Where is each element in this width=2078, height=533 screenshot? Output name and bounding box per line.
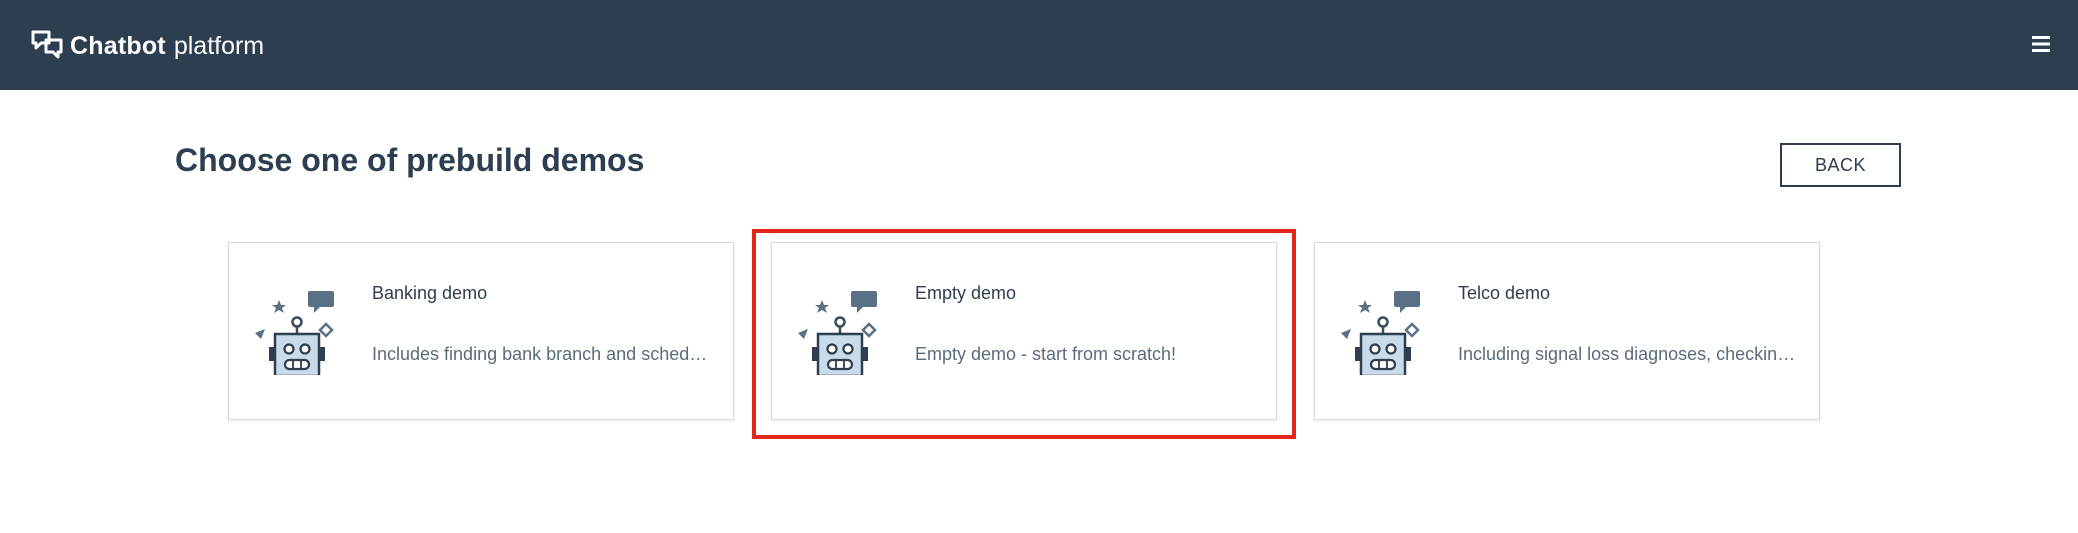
demo-card-title: Banking demo — [372, 283, 488, 303]
robot-icon — [796, 285, 880, 375]
demo-card-banking[interactable]: Banking demo Includes finding bank branc… — [228, 242, 734, 420]
demo-card-empty[interactable]: Empty demo Empty demo - start from scrat… — [771, 242, 1277, 420]
demo-card-description: Including signal loss diagnoses, checkin… — [1458, 344, 1803, 364]
demo-card-telco[interactable]: Telco demo Including signal loss diagnos… — [1314, 242, 1820, 420]
demo-card-title: Telco demo — [1458, 283, 1551, 303]
top-navigation-bar: Chatbot platform — [0, 0, 2078, 90]
robot-icon — [253, 285, 337, 375]
robot-icon — [1339, 285, 1423, 375]
brand-name: Chatbot — [70, 31, 166, 60]
chat-bubbles-icon — [30, 29, 64, 63]
back-button[interactable]: BACK — [1780, 143, 1901, 187]
page-title: Choose one of prebuild demos — [175, 142, 645, 178]
demo-card-description: Empty demo - start from scratch! — [915, 344, 1177, 364]
demo-card-description: Includes finding bank branch and schedul… — [372, 344, 717, 364]
brand[interactable]: Chatbot platform — [30, 26, 264, 66]
hamburger-menu-icon[interactable] — [2030, 33, 2052, 55]
demo-card-title: Empty demo — [915, 283, 1017, 303]
brand-suffix: platform — [173, 31, 265, 60]
